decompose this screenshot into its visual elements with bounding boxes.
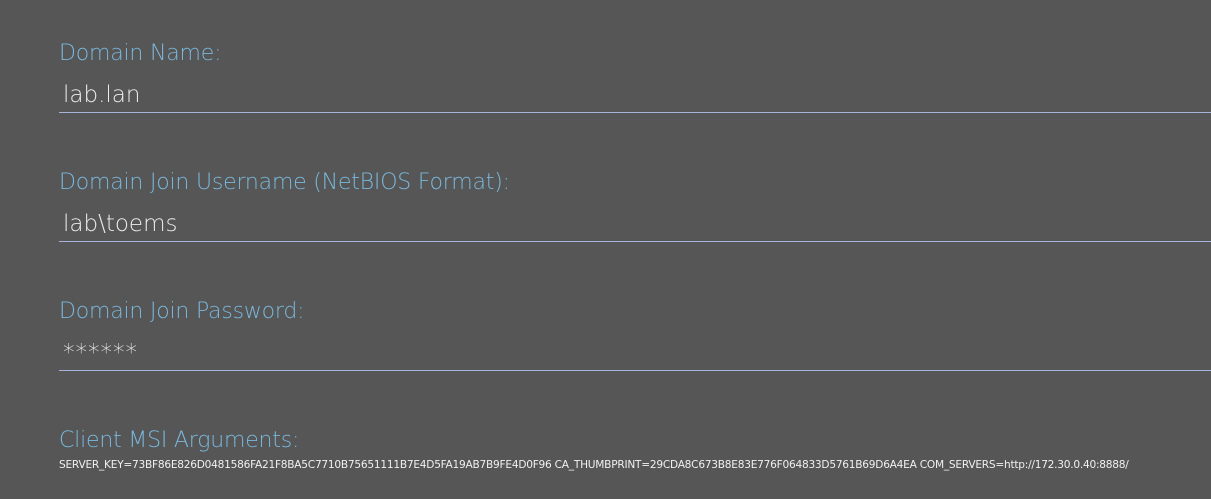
client-msi-arguments-label: Client MSI Arguments: [59,428,300,453]
domain-join-username-input[interactable] [59,206,1211,242]
domain-name-label: Domain Name: [59,41,222,66]
client-msi-arguments-value[interactable]: SERVER_KEY=73BF86E826D0481586FA21F8BA5C7… [59,459,1129,471]
domain-name-input[interactable] [59,77,1211,113]
domain-join-password-input[interactable] [59,335,1211,371]
domain-join-username-label: Domain Join Username (NetBIOS Format): [59,170,510,195]
domain-join-password-label: Domain Join Password: [59,299,305,324]
